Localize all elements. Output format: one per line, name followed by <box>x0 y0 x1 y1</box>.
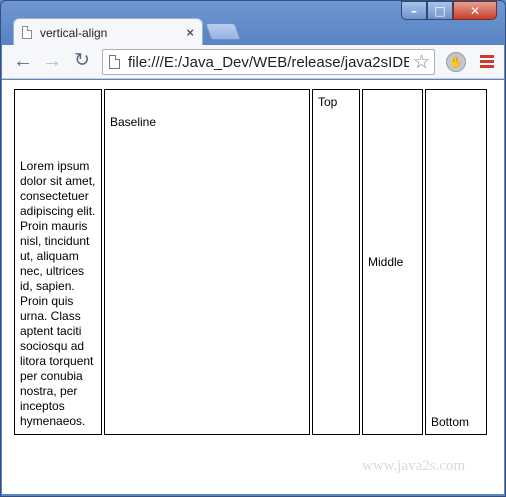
top-cell: Top <box>312 89 360 435</box>
new-tab-button[interactable] <box>204 23 242 40</box>
back-arrow-icon[interactable]: ← <box>13 51 33 71</box>
vertical-align-table: Lorem ipsum dolor sit amet, consectetuer… <box>12 87 489 437</box>
page-viewport: Lorem ipsum dolor sit amet, consectetuer… <box>2 80 504 494</box>
address-bar[interactable]: file:///E:/Java_Dev/WEB/release/java2sID… <box>102 49 435 75</box>
table-row: Lorem ipsum dolor sit amet, consectetuer… <box>14 89 487 435</box>
browser-tab[interactable]: vertical-align × <box>13 18 203 46</box>
forward-arrow-icon[interactable]: → <box>42 51 62 71</box>
watermark: www.java2s.com <box>362 458 466 474</box>
minimize-button[interactable]: – <box>401 1 427 20</box>
extension-icon[interactable]: ✋ <box>446 52 466 72</box>
baseline-cell: Baseline <box>104 89 310 435</box>
bottom-cell: Bottom <box>425 89 487 435</box>
browser-window: – □ ✕ vertical-align × ← → ↻ file:///E:/… <box>0 0 506 497</box>
window-controls: – □ ✕ <box>401 1 497 20</box>
maximize-button[interactable]: □ <box>427 1 453 20</box>
tab-close-icon[interactable]: × <box>186 25 194 40</box>
tab-title: vertical-align <box>40 25 108 40</box>
browser-toolbar: ← → ↻ file:///E:/Java_Dev/WEB/release/ja… <box>2 45 504 79</box>
reload-icon[interactable]: ↻ <box>74 51 90 71</box>
lorem-cell: Lorem ipsum dolor sit amet, consectetuer… <box>14 89 102 435</box>
menu-icon[interactable] <box>480 55 494 70</box>
document-icon <box>22 26 32 39</box>
bookmark-star-icon[interactable]: ☆ <box>409 51 434 74</box>
url-text[interactable]: file:///E:/Java_Dev/WEB/release/java2sID… <box>128 54 409 71</box>
close-window-button[interactable]: ✕ <box>453 1 497 20</box>
page-icon <box>109 55 120 69</box>
middle-cell: Middle <box>362 89 423 435</box>
